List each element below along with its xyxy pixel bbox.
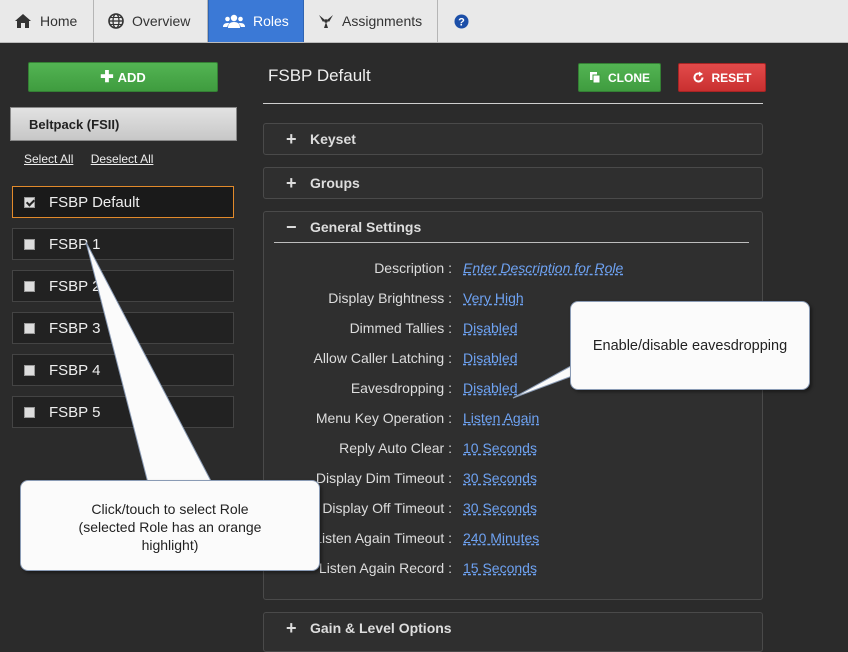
select-role-callout: Click/touch to select Role (selected Rol… — [20, 480, 320, 571]
select-role-callout-line: (selected Role has an orange — [78, 519, 262, 535]
select-role-callout-line: highlight) — [141, 537, 199, 553]
select-role-callout-pointer — [85, 241, 213, 484]
select-role-callout-line: Click/touch to select Role — [91, 501, 249, 517]
eavesdrop-callout: Enable/disable eavesdropping — [570, 301, 810, 390]
eavesdrop-callout-text: Enable/disable eavesdropping — [592, 338, 788, 354]
